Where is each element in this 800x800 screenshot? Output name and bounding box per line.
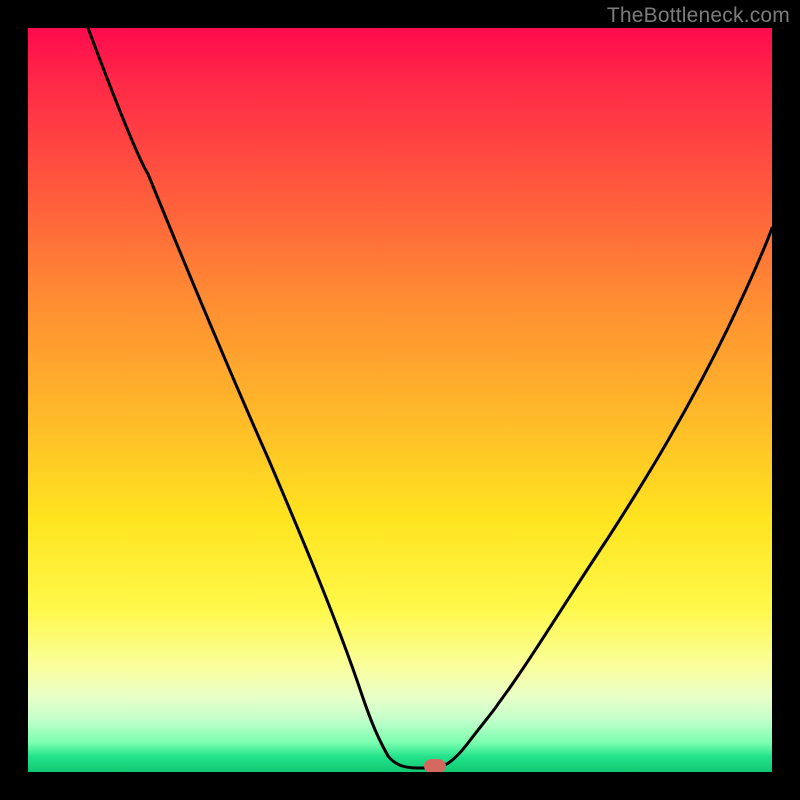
watermark-label: TheBottleneck.com [607, 4, 790, 28]
chart-frame: TheBottleneck.com [0, 0, 800, 800]
min-marker [424, 759, 446, 772]
curve-svg [28, 28, 772, 772]
plot-area [28, 28, 772, 772]
bottleneck-curve-path [88, 28, 772, 768]
